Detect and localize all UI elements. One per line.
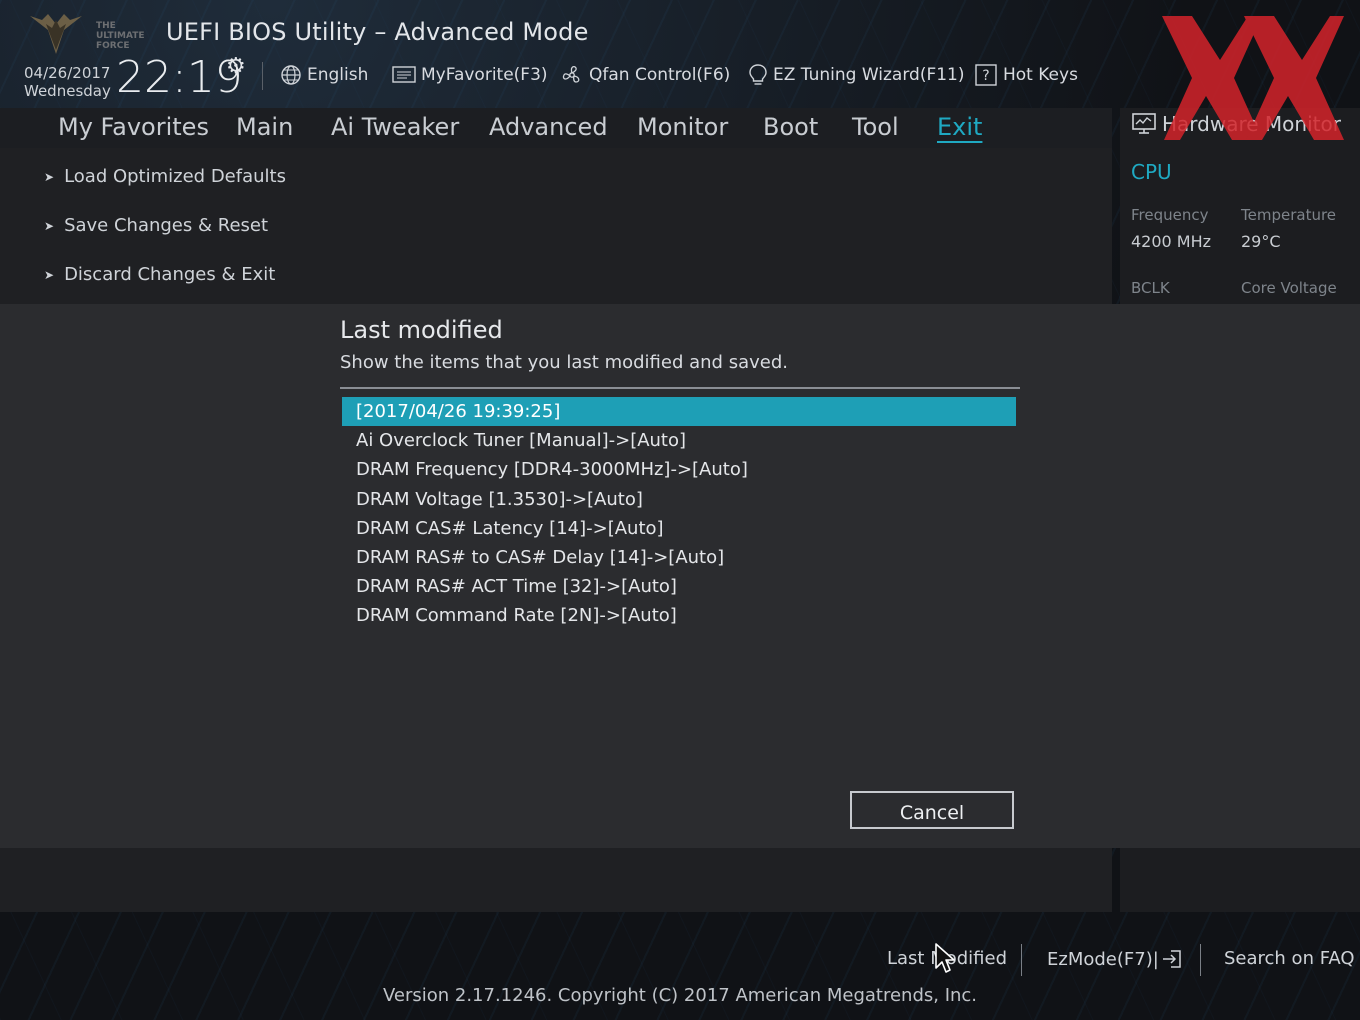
favorite-list-icon (392, 66, 416, 83)
svg-text:?: ? (982, 68, 989, 84)
tab-my-favorites[interactable]: My Favorites (58, 110, 209, 144)
weekday: Wednesday (24, 82, 111, 100)
menu-item-label: Load Optimized Defaults (64, 166, 286, 187)
tuf-logo: THE ULTIMATE FORCE (30, 14, 145, 54)
tab-ai-tweaker[interactable]: Ai Tweaker (331, 110, 459, 144)
tab-exit[interactable]: Exit (937, 110, 982, 144)
language-label: English (307, 65, 369, 85)
date: 04/26/2017 (24, 64, 111, 82)
ezmode-button[interactable]: EzMode(F7)| (1047, 948, 1183, 970)
cpu-section-title: CPU (1131, 160, 1172, 184)
dialog-title: Last modified (340, 316, 503, 344)
list-item[interactable]: DRAM RAS# ACT Time [32]->[Auto] (342, 572, 1016, 601)
logo-text-2: ULTIMATE (96, 31, 145, 41)
footer-divider (1021, 944, 1022, 976)
frequency-label: Frequency (1131, 206, 1209, 224)
language-button[interactable]: English (280, 63, 368, 87)
header-divider (262, 62, 263, 90)
save-changes-reset-item[interactable]: ➤ Save Changes & Reset (44, 215, 268, 236)
ez-tuning-label: EZ Tuning Wizard(F11) (773, 65, 965, 85)
dialog-divider (340, 387, 1020, 389)
dialog-description: Show the items that you last modified an… (340, 352, 788, 373)
last-modified-list: [2017/04/26 19:39:25] Ai Overclock Tuner… (342, 397, 1016, 631)
tab-monitor[interactable]: Monitor (637, 110, 728, 144)
ezmode-label: EzMode(F7)| (1047, 948, 1159, 970)
load-optimized-defaults-item[interactable]: ➤ Load Optimized Defaults (44, 166, 286, 187)
list-item[interactable]: DRAM Voltage [1.3530]->[Auto] (342, 485, 1016, 514)
myfavorite-button[interactable]: MyFavorite(F3) (392, 63, 548, 87)
chevron-right-icon: ➤ (44, 218, 55, 233)
globe-icon (281, 65, 301, 85)
tab-tool[interactable]: Tool (852, 110, 899, 144)
list-item[interactable]: DRAM Command Rate [2N]->[Auto] (342, 601, 1016, 630)
list-item[interactable]: DRAM RAS# to CAS# Delay [14]->[Auto] (342, 543, 1016, 572)
temperature-value: 29°C (1241, 232, 1281, 251)
temperature-label: Temperature (1241, 206, 1337, 224)
hot-keys-button[interactable]: ? Hot Keys (974, 63, 1078, 87)
chevron-right-icon: ➤ (44, 267, 55, 282)
gear-icon[interactable]: ⚙ (226, 54, 246, 79)
logo-text-1: THE (96, 21, 116, 31)
tab-advanced[interactable]: Advanced (489, 110, 608, 144)
exit-arrow-icon (1162, 950, 1181, 968)
chevron-right-icon: ➤ (44, 169, 55, 184)
monitor-icon (1132, 113, 1156, 134)
watermark-logo (1162, 16, 1344, 140)
qfan-button[interactable]: Qfan Control(F6) (560, 63, 730, 87)
fan-icon (562, 66, 580, 83)
list-item-timestamp[interactable]: [2017/04/26 19:39:25] (342, 397, 1016, 427)
menu-item-label: Discard Changes & Exit (64, 264, 276, 285)
discard-changes-exit-item[interactable]: ➤ Discard Changes & Exit (44, 264, 275, 285)
help-panel (0, 848, 1112, 912)
core-voltage-label: Core Voltage (1241, 279, 1337, 297)
ez-tuning-button[interactable]: EZ Tuning Wizard(F11) (748, 63, 965, 87)
logo-text-3: FORCE (96, 41, 129, 51)
frequency-value: 4200 MHz (1131, 232, 1212, 251)
lightbulb-icon (749, 64, 767, 85)
app-title: UEFI BIOS Utility – Advanced Mode (166, 18, 589, 46)
list-item[interactable]: Ai Overclock Tuner [Manual]->[Auto] (342, 426, 1016, 455)
qfan-label: Qfan Control(F6) (589, 65, 731, 85)
footer-divider (1200, 944, 1201, 976)
cancel-button[interactable]: Cancel (850, 791, 1014, 829)
help-icon: ? (975, 64, 997, 86)
search-faq-button[interactable]: Search on FAQ (1224, 948, 1355, 969)
clock: 22:19 (116, 52, 243, 103)
list-item[interactable]: DRAM CAS# Latency [14]->[Auto] (342, 514, 1016, 543)
tab-boot[interactable]: Boot (763, 110, 818, 144)
hw-monitor-lower-panel (1120, 848, 1360, 912)
list-item[interactable]: DRAM Frequency [DDR4-3000MHz]->[Auto] (342, 455, 1016, 484)
date-display: 04/26/2017 Wednesday (24, 64, 111, 100)
bclk-label: BCLK (1131, 279, 1170, 297)
myfavorite-label: MyFavorite(F3) (421, 65, 548, 85)
hot-keys-label: Hot Keys (1003, 65, 1078, 85)
mouse-cursor-icon (935, 943, 955, 973)
tab-main[interactable]: Main (236, 110, 293, 144)
version-text: Version 2.17.1246. Copyright (C) 2017 Am… (382, 985, 978, 1006)
menu-item-label: Save Changes & Reset (64, 215, 269, 236)
